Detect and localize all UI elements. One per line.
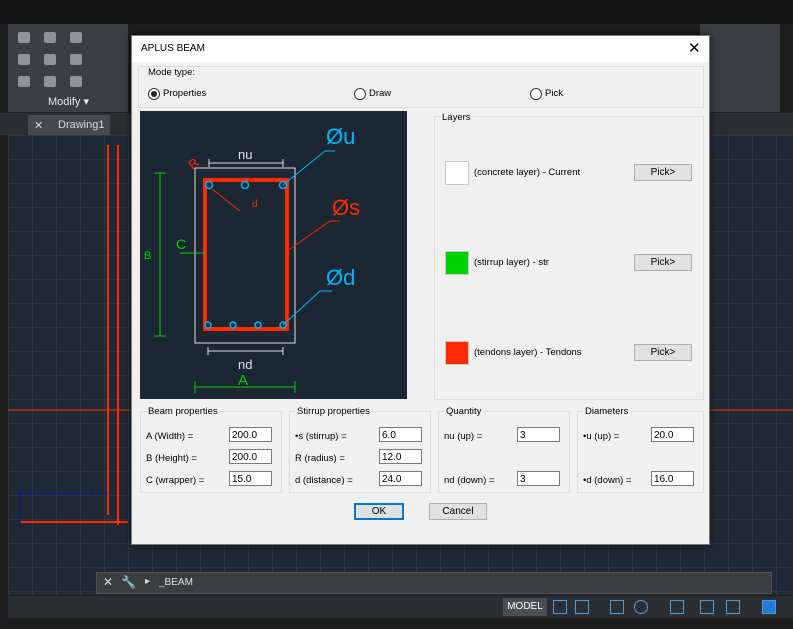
stirrup-layer-swatch xyxy=(445,251,469,275)
nd-label: nd (down) = xyxy=(444,475,495,486)
bottom-bar-3 xyxy=(254,321,262,329)
up-diameter-input[interactable]: 20.0 xyxy=(651,427,694,442)
radius-input[interactable]: 12.0 xyxy=(379,449,422,464)
aplus-beam-dialog: APLUS BEAM ✕ Mode type: Properties Draw … xyxy=(131,35,710,545)
ortho-icon[interactable] xyxy=(610,600,624,614)
width-input[interactable]: 200.0 xyxy=(229,427,272,442)
label-nu: nu xyxy=(238,147,252,162)
radio-draw-label[interactable]: Draw xyxy=(369,88,391,99)
diameters-title: Diameters xyxy=(583,406,631,417)
rotate-icon[interactable] xyxy=(44,32,56,43)
distance-input[interactable]: 24.0 xyxy=(379,471,422,486)
layers-title: Layers xyxy=(440,112,473,123)
nu-label: nu (up) = xyxy=(444,431,483,442)
label-nd: nd xyxy=(238,357,252,372)
command-line[interactable]: ✕ 🔧 ▸ _BEAM xyxy=(96,572,772,594)
stirrup-layer-label: (stirrup layer) - str xyxy=(474,257,549,268)
nu-input[interactable]: 3 xyxy=(517,427,560,442)
command-prompt-icon: ▸ xyxy=(145,576,151,587)
label-phi-d: Ød xyxy=(326,265,355,290)
otrack-icon[interactable] xyxy=(700,600,714,614)
down-diameter-input[interactable]: 16.0 xyxy=(651,471,694,486)
polar-icon[interactable] xyxy=(634,600,648,614)
concrete-outline xyxy=(194,167,296,344)
lineweight-icon[interactable] xyxy=(726,600,740,614)
label-C: C xyxy=(176,236,186,252)
cancel-button[interactable]: Cancel xyxy=(429,503,487,520)
command-text: _BEAM xyxy=(159,577,193,588)
dialog-close-icon[interactable]: ✕ xyxy=(688,39,701,57)
mode-type-label: Mode type: xyxy=(148,67,195,78)
pick-stirrup-layer-button[interactable]: Pick> xyxy=(634,254,692,271)
distance-label: d (distance) = xyxy=(295,475,353,486)
concrete-layer-label: (concrete layer) - Current xyxy=(474,167,581,178)
radius-label: R (radius) = xyxy=(295,453,345,464)
beam-properties-title: Beam properties xyxy=(146,406,220,417)
radio-pick-label[interactable]: Pick xyxy=(545,88,563,99)
beam-section-drawing: nu nd A B C R d Øu Øs Ød xyxy=(144,124,360,393)
dialog-title: APLUS BEAM xyxy=(141,43,205,54)
label-d: d xyxy=(252,199,258,210)
width-label: A (Width) = xyxy=(146,431,194,442)
stirrup-shape xyxy=(203,178,289,331)
wrapper-input[interactable]: 15.0 xyxy=(229,471,272,486)
close-icon[interactable]: ✕ xyxy=(103,575,113,589)
beam-section-preview: nu nd A B C R d Øu Øs Ød xyxy=(140,111,407,399)
label-A: A xyxy=(238,372,248,389)
snap-icon[interactable] xyxy=(575,600,589,614)
bottom-bar-2 xyxy=(229,321,237,329)
ribbon-properties-panel xyxy=(700,24,780,112)
stirrup-diameter-input[interactable]: 6.0 xyxy=(379,427,422,442)
dialog-title-bar: APLUS BEAM ✕ xyxy=(132,36,709,62)
wrapper-label: C (wrapper) = xyxy=(146,475,205,486)
down-diameter-label: •d (down) = xyxy=(583,475,632,486)
label-B: B xyxy=(144,250,151,262)
scale-icon[interactable] xyxy=(44,76,56,87)
label-R: R xyxy=(185,155,202,173)
mirror-icon[interactable] xyxy=(44,54,56,65)
array-icon[interactable] xyxy=(70,76,82,87)
model-space-button[interactable]: MODEL xyxy=(503,598,547,616)
stirrup-properties-title: Stirrup properties xyxy=(295,406,372,417)
move-icon[interactable] xyxy=(18,32,30,43)
height-label: B (Height) = xyxy=(146,453,197,464)
wrench-icon[interactable]: 🔧 xyxy=(121,575,136,589)
stirrup-diameter-label: •s (stirrup) = xyxy=(295,431,347,442)
radio-pick[interactable] xyxy=(530,88,542,100)
label-phi-s: Øs xyxy=(332,195,360,220)
mode-type-group xyxy=(138,66,704,108)
grid-icon[interactable] xyxy=(553,600,567,614)
radio-properties-label[interactable]: Properties xyxy=(163,88,206,99)
tab-drawing1[interactable]: ✕ Drawing1 xyxy=(28,115,110,135)
fillet-icon[interactable] xyxy=(70,54,82,65)
tendon-layer-label: (tendons layer) - Tendons xyxy=(474,347,582,358)
radio-draw[interactable] xyxy=(354,88,366,100)
concrete-layer-swatch xyxy=(445,161,469,185)
osnap-icon[interactable] xyxy=(670,600,684,614)
pick-concrete-layer-button[interactable]: Pick> xyxy=(634,164,692,181)
nd-input[interactable]: 3 xyxy=(517,471,560,486)
up-diameter-label: •u (up) = xyxy=(583,431,620,442)
user-icon[interactable] xyxy=(762,600,776,614)
radio-properties[interactable] xyxy=(148,88,160,100)
cad-top-bar xyxy=(0,0,793,24)
copy-icon[interactable] xyxy=(18,54,30,65)
close-tab-icon[interactable]: ✕ xyxy=(34,119,43,132)
stretch-icon[interactable] xyxy=(18,76,30,87)
ok-button[interactable]: OK xyxy=(354,503,404,520)
bottom-bar-1 xyxy=(204,321,212,329)
height-input[interactable]: 200.0 xyxy=(229,449,272,464)
modify-panel-label[interactable]: Modify ▾ xyxy=(48,95,89,108)
pick-tendon-layer-button[interactable]: Pick> xyxy=(634,344,692,361)
label-phi-u: Øu xyxy=(326,124,355,149)
trim-icon[interactable] xyxy=(70,32,82,43)
quantity-title: Quantity xyxy=(444,406,484,417)
tendon-layer-swatch xyxy=(445,341,469,365)
top-bar-2 xyxy=(240,180,250,190)
top-bar-1 xyxy=(204,180,214,190)
